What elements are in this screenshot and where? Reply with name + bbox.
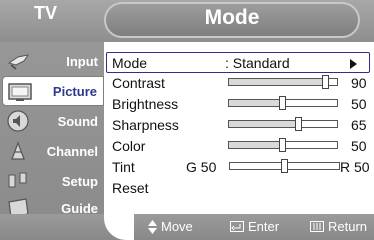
reset-label: Reset — [112, 180, 149, 196]
slider-knob[interactable] — [279, 96, 286, 110]
picture-icon — [8, 83, 32, 101]
sidebar-item-setup[interactable]: Setup — [2, 166, 104, 196]
color-row[interactable]: Color 50 — [112, 136, 374, 157]
sidebar-item-input[interactable]: Input — [2, 46, 104, 76]
sidebar-item-channel[interactable]: Channel — [2, 136, 104, 166]
help-move: Move — [148, 219, 193, 234]
mode-value: : Standard — [225, 55, 290, 71]
sharpness-label: Sharpness — [112, 117, 179, 133]
brightness-slider[interactable] — [228, 96, 338, 110]
move-arrows-icon — [148, 219, 157, 234]
tint-green-value: G 50 — [186, 159, 217, 175]
slider-knob[interactable] — [322, 75, 329, 89]
enter-icon — [230, 221, 244, 232]
contrast-row[interactable]: Contrast 90 — [112, 73, 374, 94]
mode-label: Mode — [112, 55, 148, 71]
source-label: TV — [34, 3, 58, 23]
contrast-slider[interactable] — [228, 75, 338, 89]
sidebar-item-label: Picture — [52, 83, 97, 99]
setup-icon — [8, 172, 27, 188]
slider-fill — [229, 100, 283, 106]
contrast-label: Contrast — [112, 75, 165, 91]
picture-mode-panel: Mode : Standard Contrast 90 Brightness 5… — [104, 48, 374, 214]
return-icon — [310, 221, 324, 232]
sharpness-slider[interactable] — [228, 117, 338, 131]
sharpness-value: 65 — [351, 117, 367, 133]
tint-label: Tint — [112, 159, 135, 175]
help-enter: Enter — [230, 219, 279, 234]
sidebar-item-label: Sound — [57, 113, 98, 129]
slider-knob[interactable] — [281, 159, 288, 173]
help-move-label: Move — [161, 219, 193, 234]
tv-osd-menu: TV Mode Input Picture Sound Channel Setu… — [0, 0, 374, 240]
slider-fill — [229, 142, 283, 148]
mode-row[interactable]: Mode : Standard — [106, 52, 370, 73]
help-enter-label: Enter — [248, 219, 280, 234]
reset-row[interactable]: Reset — [112, 178, 374, 199]
sidebar-item-label: Channel — [46, 143, 98, 159]
tint-red-value: R 50 — [340, 159, 370, 175]
brightness-row[interactable]: Brightness 50 — [112, 94, 374, 115]
sharpness-row[interactable]: Sharpness 65 — [112, 115, 374, 136]
arrow-right-icon — [350, 59, 357, 69]
slider-knob[interactable] — [279, 138, 286, 152]
sidebar-item-picture[interactable]: Picture — [2, 76, 104, 106]
sidebar-item-label: Input — [66, 53, 98, 69]
color-label: Color — [112, 138, 146, 154]
contrast-value: 90 — [351, 75, 367, 91]
brightness-value: 50 — [351, 96, 367, 112]
slider-fill — [229, 79, 326, 85]
color-value: 50 — [351, 138, 367, 154]
slider-knob[interactable] — [295, 117, 302, 131]
help-return: Return — [310, 219, 367, 234]
sidebar-item-label: Setup — [61, 173, 98, 189]
brightness-label: Brightness — [112, 96, 179, 112]
page-title: Mode — [204, 6, 260, 29]
tint-row[interactable]: Tint G 50 R 50 — [112, 157, 374, 178]
tint-slider[interactable] — [229, 159, 340, 173]
input-icon — [7, 54, 30, 70]
channel-icon — [11, 141, 25, 160]
sidebar-item-sound[interactable]: Sound — [2, 106, 104, 136]
help-return-label: Return — [328, 219, 368, 234]
slider-fill — [229, 121, 299, 127]
sound-icon — [7, 110, 29, 132]
color-slider[interactable] — [228, 138, 338, 152]
